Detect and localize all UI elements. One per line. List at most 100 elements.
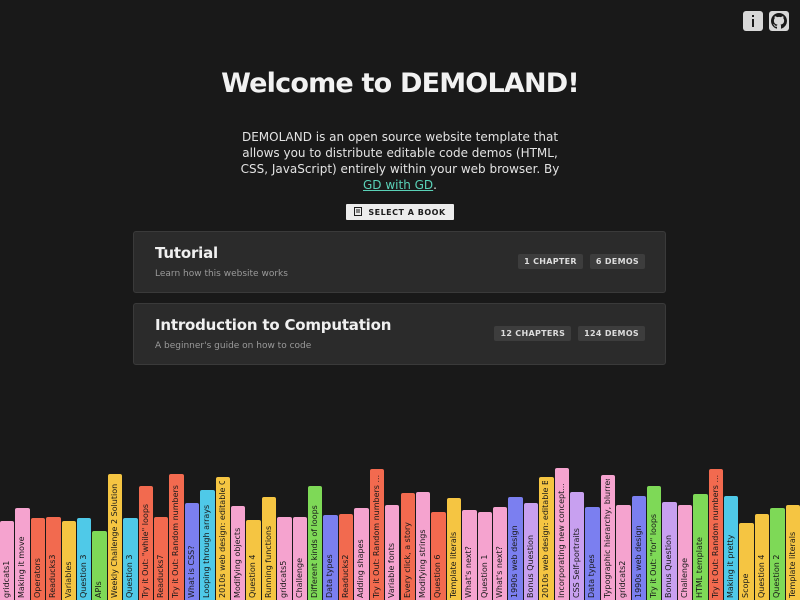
- shelf-book[interactable]: Making it move: [15, 508, 30, 600]
- shelf-book-label: Readucks7: [157, 554, 166, 598]
- shelf-book[interactable]: Typographic hierarchy, blurred: [600, 475, 616, 600]
- shelf-book-label: APIs: [95, 581, 104, 598]
- shelf-book[interactable]: Operators: [30, 518, 46, 600]
- shelf-book-label: What's next?: [495, 546, 504, 598]
- shelf-book[interactable]: Modifying objects: [231, 506, 246, 600]
- shelf-book-label: gridcats5: [280, 560, 289, 598]
- shelf-book-label: Bonus Question: [526, 534, 535, 598]
- shelf-book[interactable]: Question 4: [246, 520, 261, 600]
- shelf-book[interactable]: APIs: [92, 531, 107, 600]
- shelf-book[interactable]: Making it pretty: [723, 496, 739, 600]
- select-book-button[interactable]: SELECT A BOOK: [346, 204, 454, 220]
- shelf-book[interactable]: Question 4: [754, 514, 770, 600]
- shelf-book[interactable]: HTML template: [693, 494, 708, 600]
- shelf-book[interactable]: 2010s web design: editable B: [539, 477, 554, 600]
- shelf-book[interactable]: Incorporating new concept...: [554, 468, 569, 600]
- shelf-book-label: Modifying strings: [418, 529, 427, 598]
- shelf-book[interactable]: Challenge: [292, 517, 308, 600]
- shelf-book[interactable]: Every click, a story: [400, 493, 415, 600]
- shelf-book[interactable]: gridcats5: [277, 517, 292, 600]
- shelf-book-label: Modifying objects: [234, 527, 243, 598]
- shelf-book[interactable]: Looping through arrays: [200, 490, 215, 600]
- shelf-book[interactable]: Try it Out: Random numbers ...: [708, 469, 723, 600]
- shelf-book[interactable]: 1990s web design: [508, 497, 523, 600]
- shelf-book[interactable]: Readucks2: [338, 514, 354, 600]
- author-link[interactable]: GD with GD: [363, 178, 433, 192]
- shelf-book-label: 1990s web design: [511, 525, 520, 598]
- shelf-book[interactable]: Try it Out: "while" loops: [138, 486, 154, 600]
- shelf-book-label: Try it Out: "while" loops: [141, 503, 150, 598]
- select-book-label: SELECT A BOOK: [368, 207, 446, 217]
- demos-badge: 6 DEMOS: [589, 254, 645, 269]
- shelf-book[interactable]: Question 3: [77, 518, 92, 600]
- shelf-book[interactable]: Variables: [61, 521, 76, 600]
- shelf-book-label: Weekly Challenge 2 Solution: [110, 483, 119, 598]
- shelf-book[interactable]: What's next?: [462, 510, 477, 600]
- page-title: Welcome to DEMOLAND!: [221, 68, 580, 99]
- shelf-book[interactable]: Weekly Challenge 2 Solution: [107, 474, 123, 600]
- shelf-book[interactable]: Readucks7: [154, 517, 169, 600]
- shelf-book-label: 1990s web design: [634, 525, 643, 598]
- shelf-book-label: 2010s web design: editable C: [218, 481, 227, 598]
- book-card-tutorial[interactable]: Tutorial Learn how this website works 1 …: [133, 231, 666, 293]
- shelf-book[interactable]: Bonus Question: [662, 502, 677, 600]
- hero-section: Welcome to DEMOLAND! DEMOLAND is an open…: [0, 68, 800, 193]
- shelf-book-label: Template literals: [788, 531, 797, 598]
- shelf-book-label: Variable fonts: [388, 542, 397, 598]
- book-title: Introduction to Computation: [155, 316, 392, 334]
- shelf-book[interactable]: Question 1: [477, 512, 492, 600]
- shelf-book[interactable]: Modifying strings: [415, 492, 431, 600]
- shelf-book[interactable]: Running functions: [261, 497, 277, 600]
- shelf-book-label: 2010s web design: editable B: [542, 481, 551, 598]
- shelf-book[interactable]: Challenge: [677, 505, 693, 600]
- book-icon: [354, 206, 363, 218]
- shelf-book-label: Try it Out: "for" loops: [649, 513, 658, 598]
- shelf-book-label: Readucks2: [341, 554, 350, 598]
- shelf-book[interactable]: Question 6: [431, 512, 446, 600]
- shelf-book-label: gridcats2: [619, 560, 628, 598]
- shelf-book[interactable]: Data types: [585, 507, 600, 600]
- shelf-book[interactable]: 2010s web design: editable C: [215, 477, 231, 600]
- shelf-book[interactable]: Variable fonts: [385, 505, 400, 600]
- shelf-book[interactable]: Adding shapes: [354, 508, 369, 600]
- shelf-book-label: Try it Out: Random numbers ...: [711, 474, 720, 598]
- shelf-book[interactable]: Different kinds of loops: [308, 486, 323, 600]
- shelf-book-label: Question 3: [80, 555, 89, 598]
- shelf-book[interactable]: Try it Out: Random numbers: [169, 474, 184, 600]
- book-badges: 1 CHAPTER 6 DEMOS: [518, 254, 645, 269]
- shelf-book[interactable]: Try it Out: "for" loops: [646, 486, 662, 600]
- shelf-book-label: CSS Self-portraits: [572, 528, 581, 598]
- info-icon[interactable]: [743, 11, 763, 31]
- shelf-book[interactable]: Template literals: [785, 505, 800, 600]
- shelf-book[interactable]: gridcats2: [616, 505, 631, 600]
- shelf-book-label: Adding shapes: [357, 539, 366, 598]
- intro-end: .: [433, 178, 437, 192]
- shelf-book[interactable]: What's next?: [492, 507, 508, 600]
- shelf-book[interactable]: gridcats1: [0, 521, 15, 600]
- shelf-book-label: Every click, a story: [403, 522, 412, 598]
- shelf-book-label: Challenge: [295, 558, 304, 598]
- shelf-book[interactable]: 1990s web design: [631, 496, 646, 600]
- book-card-intro-computation[interactable]: Introduction to Computation A beginner's…: [133, 303, 666, 365]
- shelf-book[interactable]: Question 2: [770, 508, 785, 600]
- shelf-book-label: Bonus Question: [665, 534, 674, 598]
- shelf-book[interactable]: Data types: [323, 515, 338, 600]
- demos-badge: 124 DEMOS: [578, 326, 645, 341]
- shelf-book-label: Challenge: [680, 558, 689, 598]
- shelf-book[interactable]: Question 3: [123, 518, 138, 600]
- shelf-book[interactable]: CSS Self-portraits: [569, 492, 585, 600]
- shelf-book-label: Question 4: [757, 555, 766, 598]
- shelf-book-label: Variables: [64, 561, 73, 598]
- book-title: Tutorial: [155, 244, 218, 262]
- shelf-book-label: Incorporating new concept...: [557, 483, 566, 598]
- chapters-badge: 1 CHAPTER: [518, 254, 583, 269]
- shelf-book[interactable]: Bonus Question: [523, 503, 539, 600]
- shelf-book[interactable]: Scope: [739, 523, 754, 600]
- shelf-book[interactable]: Template literals: [446, 498, 462, 600]
- intro-text: DEMOLAND is an open source website templ…: [240, 130, 560, 176]
- shelf-book-label: Try it Out: Random numbers ...: [372, 474, 381, 598]
- shelf-book[interactable]: What is CSS?: [184, 503, 200, 600]
- shelf-book[interactable]: Try it Out: Random numbers ...: [369, 469, 385, 600]
- shelf-book[interactable]: Readucks3: [46, 517, 61, 600]
- github-icon[interactable]: [769, 11, 789, 31]
